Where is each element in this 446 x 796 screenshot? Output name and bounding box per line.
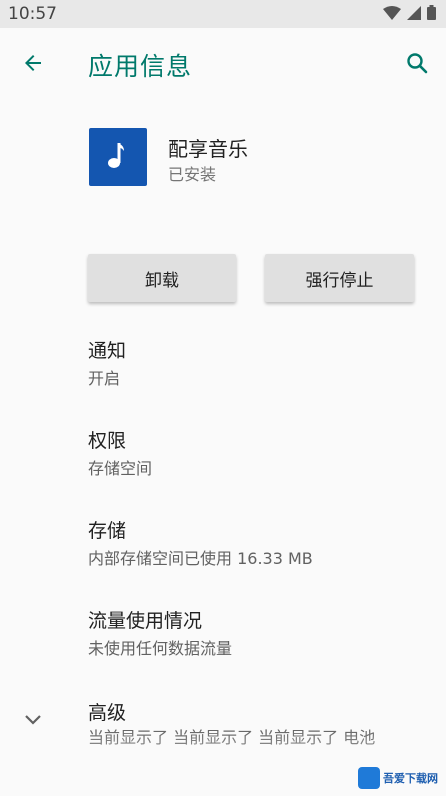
setting-summary: 开启: [88, 369, 121, 388]
app-bar: 应用信息: [0, 28, 446, 100]
status-bar: 10:57: [0, 0, 446, 28]
battery-icon: [427, 4, 436, 24]
search-icon: [405, 51, 429, 79]
music-note-icon: [104, 139, 132, 175]
app-header: 配享音乐 已安装: [0, 100, 446, 220]
setting-summary: 内部存储空间已使用 16.33 MB: [88, 549, 313, 568]
watermark-logo: 吾爱下载网: [358, 766, 440, 790]
setting-title: 存储: [88, 520, 127, 542]
setting-permissions[interactable]: 权限 存储空间: [0, 408, 446, 498]
setting-data-usage[interactable]: 流量使用情况 未使用任何数据流量: [0, 588, 446, 678]
status-time: 10:57: [8, 4, 57, 24]
setting-notifications[interactable]: 通知 开启: [0, 318, 446, 408]
watermark-text: 吾爱下载网: [383, 772, 438, 785]
status-icons: [383, 4, 436, 24]
page-title: 应用信息: [88, 52, 193, 81]
setting-title: 权限: [88, 430, 127, 452]
chevron-down-icon: [20, 707, 46, 733]
setting-summary: 存储空间: [88, 459, 153, 478]
action-buttons: 卸载 强行停止: [0, 254, 446, 302]
uninstall-button[interactable]: 卸载: [88, 254, 236, 302]
arrow-left-icon: [21, 51, 45, 79]
watermark-icon: [358, 767, 380, 789]
setting-summary: 当前显示了 当前显示了 当前显示了 电池: [88, 728, 376, 747]
setting-title: 流量使用情况: [88, 610, 203, 632]
setting-summary: 未使用任何数据流量: [88, 639, 233, 658]
app-install-status: 已安装: [168, 165, 217, 184]
back-button[interactable]: [18, 50, 48, 80]
app-icon: [89, 128, 147, 186]
setting-title: 通知: [88, 340, 127, 362]
signal-icon: [407, 5, 421, 24]
settings-list: 通知 开启 权限 存储空间 存储 内部存储空间已使用 16.33 MB 流量使用…: [0, 318, 446, 678]
force-stop-button[interactable]: 强行停止: [265, 254, 414, 302]
app-name: 配享音乐: [168, 137, 248, 161]
search-button[interactable]: [402, 50, 432, 80]
wifi-icon: [383, 5, 401, 24]
setting-title: 高级: [88, 702, 127, 724]
setting-storage[interactable]: 存储 内部存储空间已使用 16.33 MB: [0, 498, 446, 588]
